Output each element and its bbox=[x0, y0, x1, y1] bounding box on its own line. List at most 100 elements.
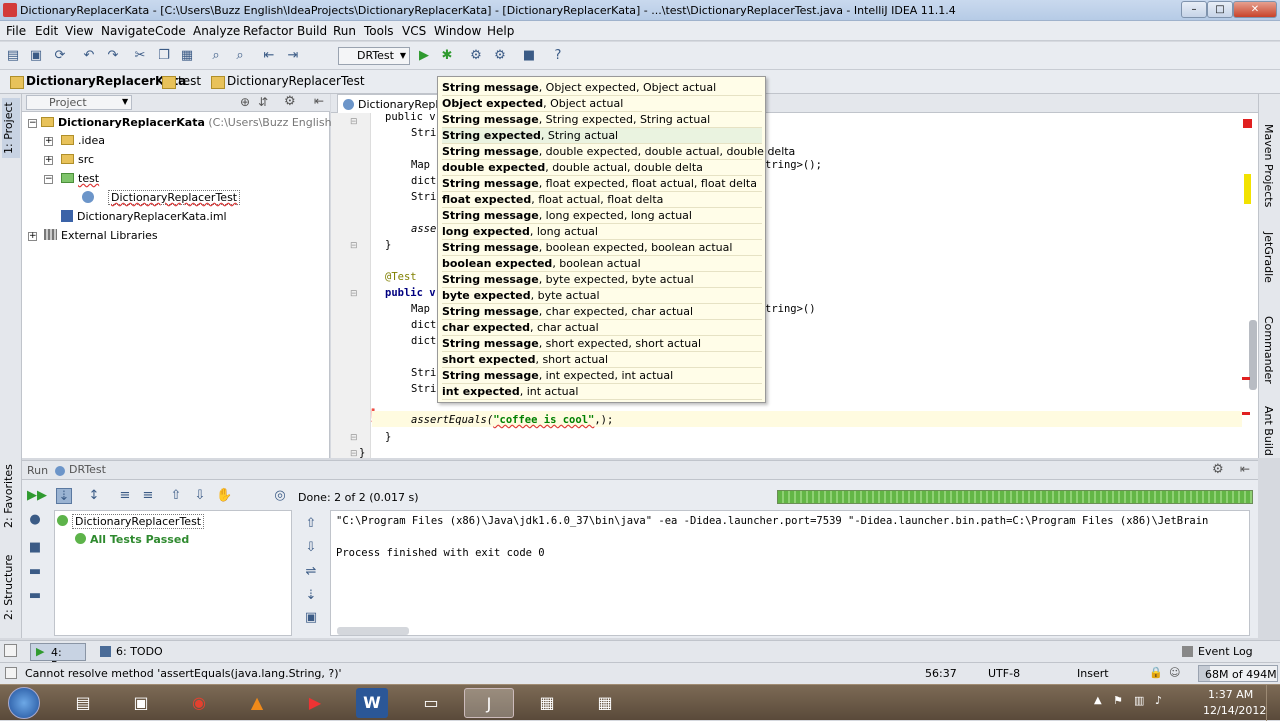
hide-passed-icon[interactable]: ⇣ bbox=[56, 488, 72, 504]
tree-item-idea[interactable]: .idea bbox=[61, 132, 105, 150]
next-icon[interactable]: ⇩ bbox=[192, 488, 208, 504]
test-root-node[interactable]: DictionaryReplacerTest bbox=[57, 513, 205, 531]
terminal-app-icon[interactable]: ▣ bbox=[116, 688, 166, 718]
clock-date[interactable]: 12/14/2012 bbox=[1203, 704, 1266, 717]
parameter-signature-item[interactable]: String message, char expected, char actu… bbox=[442, 304, 762, 320]
word-app-icon[interactable]: W bbox=[356, 688, 388, 718]
parameter-signature-item[interactable]: int expected, int actual bbox=[442, 384, 762, 400]
tab-project[interactable]: 1: Project bbox=[2, 98, 20, 158]
parameter-signature-item[interactable]: String message, float expected, float ac… bbox=[442, 176, 762, 192]
parameter-signature-item[interactable]: String message, boolean expected, boolea… bbox=[442, 240, 762, 256]
parameter-signature-item[interactable]: Object expected, Object actual bbox=[442, 96, 762, 112]
tray-network-icon[interactable]: ▥ bbox=[1134, 694, 1144, 707]
editor-scrollbar[interactable] bbox=[1249, 320, 1257, 390]
collapse-all-icon[interactable]: ≡ bbox=[140, 488, 156, 504]
menu-refactor[interactable]: Refactor bbox=[243, 24, 293, 38]
tab-run[interactable]: ▶ 4: Run bbox=[30, 643, 86, 672]
folder-icon[interactable]: ▬ bbox=[27, 564, 43, 580]
inspector-icon[interactable]: ☺ bbox=[1169, 666, 1180, 679]
replace-icon[interactable]: ⌕ bbox=[231, 47, 249, 65]
tray-flag-icon[interactable]: ⚑ bbox=[1113, 694, 1123, 707]
pin-icon[interactable]: ▬ bbox=[27, 588, 43, 604]
menu-vcs[interactable]: VCS bbox=[402, 24, 426, 38]
parameter-signature-item[interactable]: String message, double expected, double … bbox=[442, 144, 795, 160]
breadcrumb-class[interactable]: DictionaryReplacerTest bbox=[209, 74, 365, 90]
run-config-select[interactable]: DRTest ▼ bbox=[338, 47, 410, 65]
scroll-up-icon[interactable]: ⇧ bbox=[303, 516, 319, 532]
tree-item-test[interactable]: test bbox=[61, 170, 99, 188]
tab-maven-projects[interactable]: Maven Projects bbox=[1262, 124, 1275, 207]
profile-icon[interactable]: ⚙ bbox=[491, 47, 509, 65]
pdf-app-icon[interactable]: ▶ bbox=[290, 688, 340, 718]
forward-icon[interactable]: ⇥ bbox=[284, 47, 302, 65]
undo-icon[interactable]: ↶ bbox=[80, 47, 98, 65]
collapse-toggle[interactable]: − bbox=[44, 175, 53, 184]
coverage-icon[interactable]: ⚙ bbox=[467, 47, 485, 65]
open-icon[interactable]: ▤ bbox=[4, 47, 22, 65]
parameter-signature-item[interactable]: String message, int expected, int actual bbox=[442, 368, 762, 384]
tab-jetgradle[interactable]: JetGradle bbox=[1262, 232, 1275, 283]
structure-icon[interactable]: ■ bbox=[520, 47, 538, 65]
parameter-signature-item[interactable]: String expected, String actual bbox=[442, 128, 762, 144]
print-icon[interactable]: ⇣ bbox=[303, 588, 319, 604]
fold-icon[interactable]: ⊟ bbox=[350, 449, 358, 459]
close-button[interactable]: ✕ bbox=[1233, 1, 1277, 18]
tab-ant-build[interactable]: Ant Build bbox=[1262, 406, 1275, 456]
history-icon[interactable]: ◎ bbox=[272, 488, 288, 504]
menu-run[interactable]: Run bbox=[333, 24, 356, 38]
debug-icon[interactable]: ✱ bbox=[438, 47, 456, 65]
copy-icon[interactable]: ❐ bbox=[155, 47, 173, 65]
console-hscrollbar[interactable] bbox=[337, 627, 409, 635]
scroll-down-icon[interactable]: ⇩ bbox=[303, 540, 319, 556]
wrap-icon[interactable]: ⇌ bbox=[303, 564, 319, 580]
menu-tools[interactable]: Tools bbox=[364, 24, 394, 38]
previous-icon[interactable]: ⇧ bbox=[168, 488, 184, 504]
app-icon[interactable]: ▦ bbox=[580, 688, 630, 718]
parameter-signature-item[interactable]: byte expected, byte actual bbox=[442, 288, 762, 304]
vlc-app-icon[interactable]: ▲ bbox=[232, 688, 282, 718]
menu-file[interactable]: File bbox=[6, 24, 26, 38]
redo-icon[interactable]: ↷ bbox=[104, 47, 122, 65]
parameter-signature-item[interactable]: String message, Object expected, Object … bbox=[442, 80, 762, 96]
tab-favorites[interactable]: 2: Favorites bbox=[2, 460, 20, 532]
parameter-signature-item[interactable]: String message, byte expected, byte actu… bbox=[442, 272, 762, 288]
collapse-toggle[interactable]: − bbox=[28, 119, 37, 128]
sync-icon[interactable]: ⟳ bbox=[51, 47, 69, 65]
lock-icon[interactable]: 🔒 bbox=[1149, 666, 1163, 679]
parameter-signature-item[interactable]: double expected, double actual, double d… bbox=[442, 160, 762, 176]
start-button[interactable] bbox=[8, 687, 40, 719]
hide-icon[interactable]: ⇤ bbox=[314, 94, 324, 108]
menu-build[interactable]: Build bbox=[297, 24, 327, 38]
fold-icon[interactable]: ⊟ bbox=[350, 433, 358, 443]
cut-icon[interactable]: ✂ bbox=[131, 47, 149, 65]
clock-time[interactable]: 1:37 AM bbox=[1208, 688, 1253, 701]
hide-icon[interactable]: ⇤ bbox=[1240, 462, 1250, 476]
menu-edit[interactable]: Edit bbox=[35, 24, 58, 38]
status-toggle-icon[interactable] bbox=[5, 667, 17, 679]
tree-item-iml[interactable]: DictionaryReplacerKata.iml bbox=[61, 208, 227, 226]
help-icon[interactable]: ? bbox=[549, 47, 567, 65]
parameter-signature-item[interactable]: float expected, float actual, float delt… bbox=[442, 192, 762, 208]
tree-item-project-root[interactable]: DictionaryReplacerKata (C:\Users\Buzz En… bbox=[41, 114, 366, 132]
rerun-icon[interactable]: ▶▶ bbox=[27, 488, 47, 504]
test-status-node[interactable]: All Tests Passed bbox=[75, 531, 189, 549]
parameter-signature-item[interactable]: short expected, short actual bbox=[442, 352, 762, 368]
tree-item-src[interactable]: src bbox=[61, 151, 94, 169]
fold-icon[interactable]: ⊟ bbox=[350, 117, 358, 127]
encoding[interactable]: UTF-8 bbox=[988, 667, 1020, 680]
paste-icon[interactable]: ▦ bbox=[178, 47, 196, 65]
expand-toggle[interactable]: + bbox=[44, 156, 53, 165]
stop-icon[interactable]: ■ bbox=[27, 540, 43, 556]
intellij-app-icon[interactable]: J bbox=[464, 688, 514, 718]
tab-structure[interactable]: 2: Structure bbox=[2, 552, 20, 622]
fold-icon[interactable]: ⊟ bbox=[350, 289, 358, 299]
menu-help[interactable]: Help bbox=[487, 24, 514, 38]
menu-navigate[interactable]: Navigate bbox=[101, 24, 155, 38]
app-icon[interactable]: ▦ bbox=[522, 688, 572, 718]
console-icon[interactable]: ● bbox=[27, 512, 43, 528]
tree-item-test-class[interactable]: DictionaryReplacerTest bbox=[82, 189, 241, 207]
parameter-signature-item[interactable]: boolean expected, boolean actual bbox=[442, 256, 762, 272]
memory-indicator[interactable]: 68M of 494M bbox=[1198, 665, 1278, 682]
minimize-button[interactable]: – bbox=[1181, 1, 1207, 18]
window-app-icon[interactable]: ▭ bbox=[406, 688, 456, 718]
